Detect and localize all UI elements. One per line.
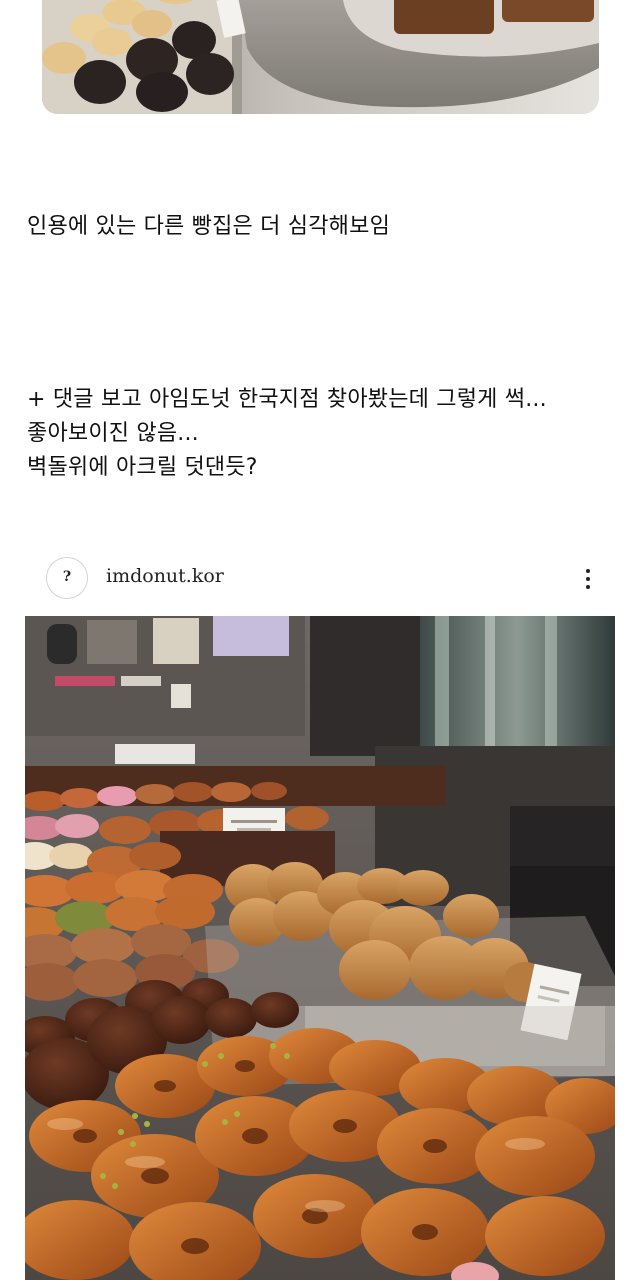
bakery-display-photo[interactable]: [42, 0, 599, 114]
more-options-button[interactable]: [578, 563, 598, 595]
donut-photo-illustration: [25, 616, 615, 1280]
account-username[interactable]: imdonut.kor: [106, 565, 224, 587]
bakery-photo-illustration: [42, 0, 599, 114]
post-text-line: 벽돌위에 아크릴 덧댄듯?: [27, 455, 258, 480]
post-text-line: 좋아보이진 않음...: [27, 421, 199, 446]
post-text-line: 인용에 있는 다른 빵집은 더 심각해보임: [27, 214, 391, 239]
avatar-placeholder-icon: ?: [62, 569, 72, 585]
embedded-post-header: ? imdonut.kor: [46, 557, 606, 601]
post-page: 인용에 있는 다른 빵집은 더 심각해보임 + 댓글 보고 아임도넛 한국지점 …: [0, 0, 640, 1280]
donut-display-photo[interactable]: [25, 616, 615, 1280]
post-text-block: + 댓글 보고 아임도넛 한국지점 찾아봤는데 그렇게 썩... 좋아보이진 않…: [27, 383, 547, 485]
post-text-line: + 댓글 보고 아임도넛 한국지점 찾아봤는데 그렇게 썩...: [27, 387, 547, 412]
avatar[interactable]: ?: [46, 557, 88, 599]
vertical-ellipsis-icon: [586, 569, 590, 573]
